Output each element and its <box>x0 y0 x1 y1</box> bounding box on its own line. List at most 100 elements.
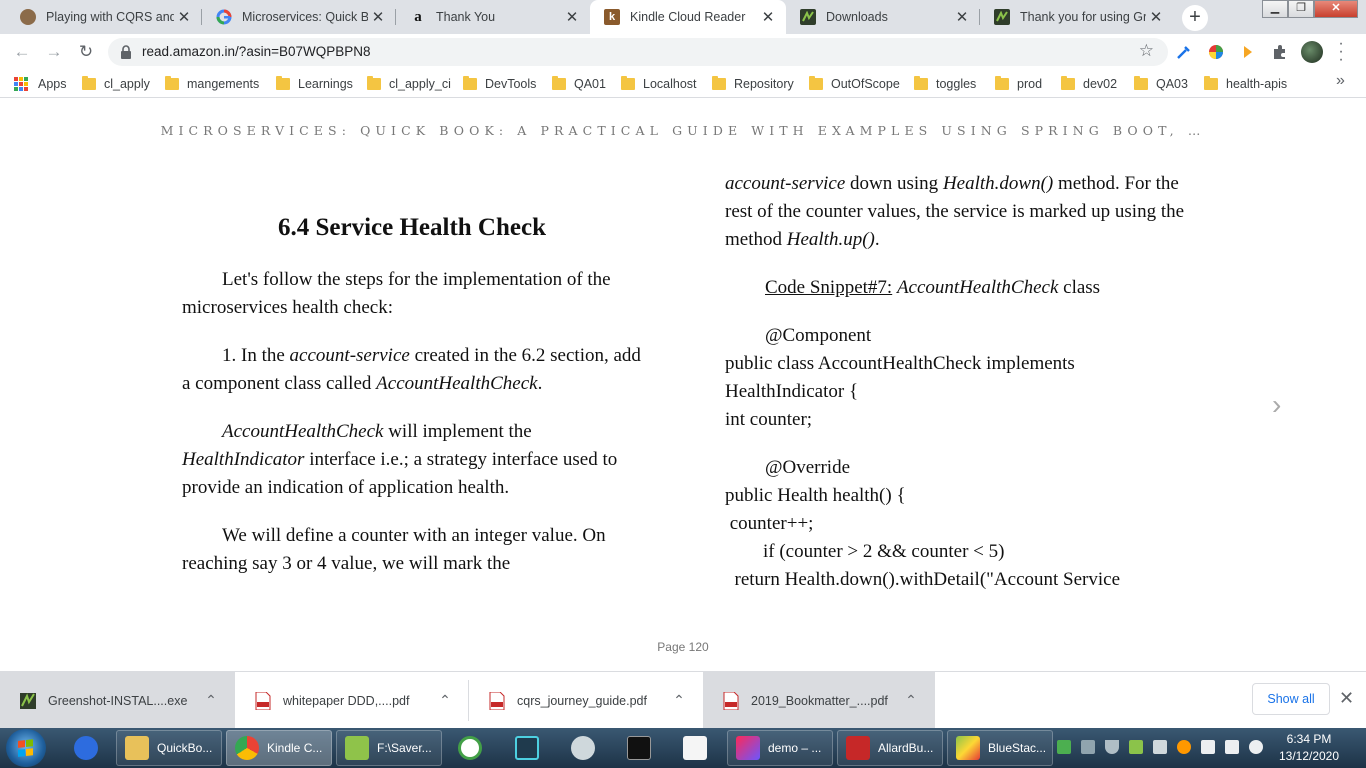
reload-button[interactable]: ↻ <box>74 40 98 64</box>
code-line: return Health.down().withDetail("Account… <box>725 569 1121 590</box>
close-icon[interactable]: ✕ <box>1146 8 1166 26</box>
back-button[interactable]: ← <box>10 40 34 64</box>
taskbar-cmd[interactable] <box>619 730 659 766</box>
tray-volume-icon[interactable] <box>1177 740 1191 754</box>
clock-time: 6:34 PM <box>1286 732 1332 746</box>
tab-thank-you-greenshot[interactable]: Thank you for using Gree ✕ <box>980 0 1174 34</box>
paragraph: account-service down using Health.down()… <box>725 170 1205 254</box>
folder-icon <box>995 76 1009 90</box>
code-line: @Component <box>765 325 872 346</box>
bookmark-folder[interactable]: DevTools <box>463 76 536 92</box>
bookmark-apps[interactable]: Apps <box>14 76 67 92</box>
bookmark-folder[interactable]: Repository <box>712 76 794 92</box>
pinned-app-icon <box>74 736 98 760</box>
bookmark-folder[interactable]: toggles <box>914 76 976 92</box>
download-item[interactable]: cqrs_journey_guide.pdf ⌃ <box>469 672 703 729</box>
close-icon[interactable]: ✕ <box>174 8 194 26</box>
tray-flag-icon[interactable] <box>1201 740 1215 754</box>
close-downloads-bar-icon[interactable]: ✕ <box>1339 688 1354 709</box>
tray-network-icon[interactable] <box>1153 740 1167 754</box>
eyedropper-extension-icon[interactable] <box>1175 43 1193 61</box>
chevron-up-icon[interactable]: ⌃ <box>901 692 921 709</box>
maximize-button[interactable]: ❐ <box>1288 0 1314 18</box>
bookmark-folder[interactable]: dev02 <box>1061 76 1117 92</box>
browser-menu-icon[interactable]: · · · <box>1336 36 1346 68</box>
bookmark-folder[interactable]: mangements <box>165 76 259 92</box>
chevron-up-icon[interactable]: ⌃ <box>435 692 455 709</box>
code-line: if (counter > 2 && counter < 5) <box>725 541 1005 562</box>
taskbar-pinned-app[interactable] <box>66 730 106 766</box>
windows-logo-icon <box>18 739 34 757</box>
new-tab-button[interactable]: + <box>1182 5 1208 31</box>
bookmark-folder[interactable]: cl_apply_ci <box>367 76 451 92</box>
start-button[interactable] <box>6 729 46 767</box>
system-clock[interactable]: 6:34 PM 13/12/2020 <box>1268 731 1350 765</box>
close-icon[interactable]: ✕ <box>952 8 972 26</box>
tab-title: Thank You <box>436 10 496 24</box>
bookmark-folder[interactable]: QA03 <box>1134 76 1188 92</box>
tab-playing-with-cqrs[interactable]: Playing with CQRS and E ✕ <box>6 0 202 34</box>
tab-title: Playing with CQRS and E <box>46 10 174 24</box>
bookmark-label: Localhost <box>643 77 697 91</box>
bookmark-label: Repository <box>734 77 794 91</box>
chevron-up-icon[interactable]: ⌃ <box>669 692 689 709</box>
bookmark-star-icon[interactable]: ☆ <box>1139 41 1154 61</box>
tray-app-icon[interactable] <box>1081 740 1095 754</box>
download-item[interactable]: Greenshot-INSTAL....exe ⌃ <box>0 672 235 729</box>
google-icon <box>216 9 232 25</box>
taskbar-intellij[interactable]: demo – ... <box>727 730 833 766</box>
forward-button[interactable]: → <box>42 40 66 64</box>
next-page-chevron-icon[interactable]: › <box>1272 389 1281 421</box>
code-line: public Health health() { <box>725 485 906 506</box>
download-item[interactable]: whitepaper DDD,....pdf ⌃ <box>235 672 469 729</box>
tab-kindle-cloud-reader[interactable]: k Kindle Cloud Reader ✕ <box>590 0 786 34</box>
tray-shield-icon[interactable] <box>1105 740 1119 754</box>
pdf-file-icon <box>255 691 271 710</box>
tray-bluestacks-icon[interactable] <box>1129 740 1143 754</box>
greenshot-icon <box>994 9 1010 25</box>
taskbar-chrome[interactable]: Kindle C... <box>226 730 332 766</box>
bookmark-folder[interactable]: OutOfScope <box>809 76 900 92</box>
book-title: MICROSERVICES: QUICK BOOK: A PRACTICAL G… <box>160 123 1206 138</box>
text-run-italic: AccountHealthCheck <box>376 373 538 394</box>
tray-greenshot-icon[interactable] <box>1057 740 1071 754</box>
taskbar-pdf-reader[interactable]: AllardBu... <box>837 730 943 766</box>
address-bar[interactable]: read.amazon.in/?asin=B07WQPBPN8 ☆ <box>108 38 1168 66</box>
close-icon[interactable]: ✕ <box>562 8 582 26</box>
close-icon[interactable]: ✕ <box>368 8 388 26</box>
minimize-button[interactable]: ▁ <box>1262 0 1288 18</box>
taskbar-label: F:\Saver... <box>377 741 432 755</box>
chevron-up-icon[interactable]: ⌃ <box>201 692 221 709</box>
bookmark-folder[interactable]: prod <box>995 76 1042 92</box>
snippet-label: Code Snippet#7: <box>765 277 893 298</box>
profile-avatar[interactable] <box>1301 41 1323 63</box>
show-all-downloads-button[interactable]: Show all <box>1252 683 1330 715</box>
tray-speaker-icon[interactable] <box>1249 740 1263 754</box>
taskbar-snipping[interactable] <box>563 730 603 766</box>
taskbar-java[interactable] <box>675 730 715 766</box>
taskbar-explorer[interactable]: QuickBo... <box>116 730 222 766</box>
taskbar-editor[interactable] <box>507 730 547 766</box>
bookmark-folder[interactable]: Localhost <box>621 76 697 92</box>
close-window-button[interactable]: ✕ <box>1314 0 1358 18</box>
download-item[interactable]: 2019_Bookmatter_....pdf ⌃ <box>703 672 935 729</box>
code-block: @Override public Health health() { count… <box>725 454 1205 594</box>
bookmark-folder[interactable]: QA01 <box>552 76 606 92</box>
folder-icon <box>125 736 149 760</box>
tab-thank-you[interactable]: a Thank You ✕ <box>396 0 590 34</box>
taskbar-notepad[interactable]: F:\Saver... <box>336 730 442 766</box>
arrow-extension-icon[interactable] <box>1239 43 1257 61</box>
bookmark-folder[interactable]: Learnings <box>276 76 353 92</box>
taskbar-bluestacks[interactable]: BlueStac... <box>947 730 1053 766</box>
bookmark-folder[interactable]: cl_apply <box>82 76 150 92</box>
extensions-puzzle-icon[interactable] <box>1271 43 1289 61</box>
bookmark-folder[interactable]: health-apis <box>1204 76 1287 92</box>
bookmarks-bar: Apps cl_apply mangements Learnings cl_ap… <box>0 70 1366 98</box>
taskbar-clock-app[interactable] <box>450 730 490 766</box>
color-wheel-extension-icon[interactable] <box>1207 43 1225 61</box>
bookmarks-overflow-icon[interactable]: » <box>1336 72 1345 90</box>
tab-microservices[interactable]: Microservices: Quick Boo ✕ <box>202 0 396 34</box>
tray-display-icon[interactable] <box>1225 740 1239 754</box>
close-icon[interactable]: ✕ <box>758 8 778 26</box>
tab-downloads[interactable]: Downloads ✕ <box>786 0 980 34</box>
